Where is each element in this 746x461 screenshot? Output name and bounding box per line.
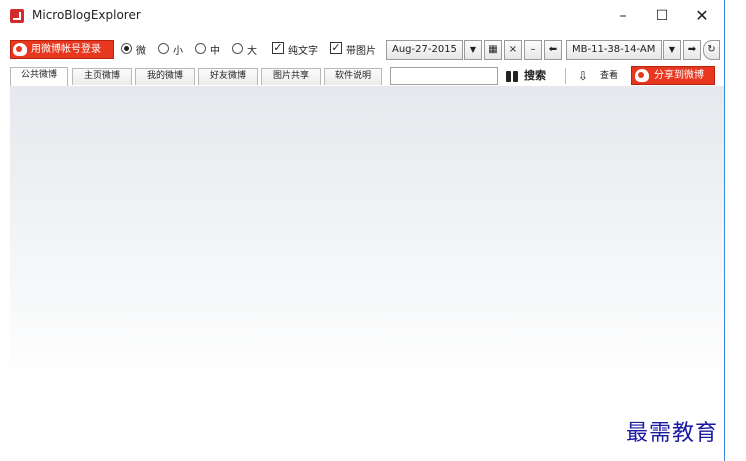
tab-image-share[interactable]: 图片共享 <box>261 68 321 85</box>
with-image-label: 带图片 <box>346 46 376 57</box>
arrow-left-icon[interactable]: ⬅ <box>544 40 562 60</box>
tab-home-weibo[interactable]: 主页微博 <box>72 68 132 85</box>
binoculars-icon <box>506 70 518 82</box>
date-select[interactable]: Aug-27-2015 <box>386 40 463 60</box>
with-image-checkbox[interactable]: ✓ <box>330 42 342 54</box>
size-label-large: 大 <box>247 46 257 57</box>
minimize-button[interactable]: – <box>603 4 643 28</box>
share-to-weibo-button[interactable]: 分享到微博 <box>631 66 715 85</box>
arrow-down-icon: ⇩ <box>578 69 589 83</box>
text-only-label: 纯文字 <box>288 46 318 57</box>
time-dropdown-arrow-icon[interactable]: ▼ <box>663 40 681 60</box>
toolbar-divider <box>565 68 566 84</box>
time-select[interactable]: MB-11-38-14-AM <box>566 40 662 60</box>
size-label-small: 小 <box>173 46 183 57</box>
tab-my-weibo[interactable]: 我的微博 <box>135 68 195 85</box>
size-radio-tiny[interactable] <box>121 43 132 54</box>
app-window: MicroBlogExplorer – ☐ ✕ 用微博帐号登录 微 小 中 大 … <box>0 0 725 461</box>
weibo-login-label: 用微博帐号登录 <box>31 44 101 55</box>
refresh-icon[interactable]: ↻ <box>703 40 720 60</box>
content-area <box>10 86 724 461</box>
window-title: MicroBlogExplorer <box>32 8 141 22</box>
view-button-label: 查看 <box>600 71 619 81</box>
title-bar: MicroBlogExplorer – ☐ ✕ <box>0 0 724 32</box>
size-label-tiny: 微 <box>136 46 146 57</box>
size-radio-large[interactable] <box>232 43 243 54</box>
text-only-checkbox[interactable]: ✓ <box>272 42 284 54</box>
watermark-text: 最需教育 <box>626 421 719 446</box>
search-button-label: 搜索 <box>524 69 546 82</box>
weibo-share-icon <box>635 69 649 82</box>
calendar-icon[interactable]: ▦ <box>484 40 502 60</box>
toolbar: 用微博帐号登录 微 小 中 大 ✓ 纯文字 ✓ 带图片 Aug-27-2015 … <box>10 39 724 61</box>
search-button[interactable]: 搜索 <box>504 67 556 85</box>
weibo-login-button[interactable]: 用微博帐号登录 <box>10 40 114 59</box>
tab-software-info[interactable]: 软件说明 <box>324 68 382 85</box>
date-dropdown-arrow-icon[interactable]: ▼ <box>464 40 482 60</box>
share-to-weibo-label: 分享到微博 <box>654 70 704 81</box>
search-input[interactable] <box>390 67 498 85</box>
app-logo-icon <box>10 9 24 23</box>
size-label-medium: 中 <box>210 46 220 57</box>
view-button[interactable]: ⇩ 查看 <box>576 67 626 85</box>
size-radio-medium[interactable] <box>195 43 206 54</box>
size-radio-small[interactable] <box>158 43 169 54</box>
collapse-column-icon[interactable]: – <box>524 40 542 60</box>
maximize-button[interactable]: ☐ <box>642 4 682 28</box>
tab-public-weibo[interactable]: 公共微博 <box>10 67 68 86</box>
tab-bar: 公共微博 主页微博 我的微博 好友微博 图片共享 软件说明 搜索 ⇩ 查看 分享… <box>10 66 724 86</box>
delete-column-icon[interactable]: × <box>504 40 522 60</box>
arrow-right-icon[interactable]: ➡ <box>683 40 701 60</box>
close-button[interactable]: ✕ <box>682 4 722 28</box>
weibo-icon <box>13 43 27 56</box>
tab-friends-weibo[interactable]: 好友微博 <box>198 68 258 85</box>
